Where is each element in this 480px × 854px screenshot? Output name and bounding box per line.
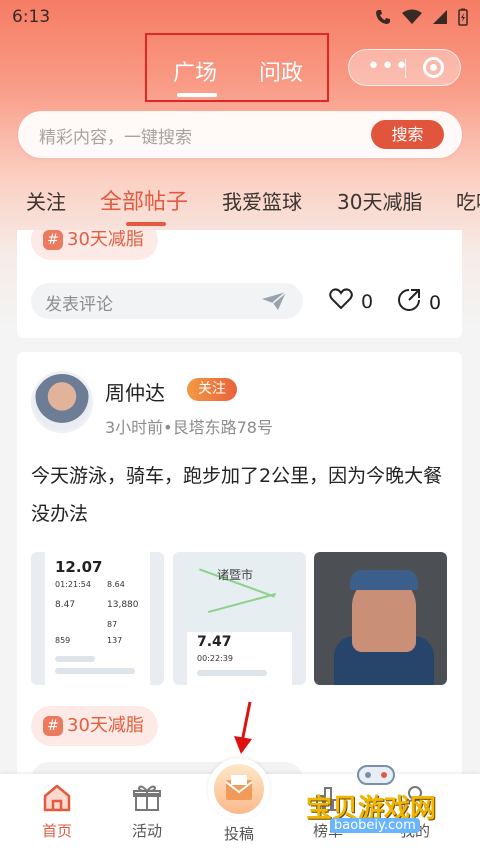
map-city-label: 诸暨市 bbox=[217, 568, 254, 582]
nav-activity[interactable]: 活动 bbox=[112, 784, 182, 841]
follow-button[interactable]: 关注 bbox=[187, 378, 237, 401]
share-icon bbox=[397, 288, 421, 317]
post-image[interactable]: 诸暨市 7.47 00:22:39 bbox=[173, 552, 306, 685]
text-line bbox=[55, 656, 95, 662]
status-time: 6:13 bbox=[12, 7, 51, 27]
capsule-divider bbox=[405, 58, 406, 78]
post-text[interactable]: 今天游泳，骑车，跑步加了2公里，因为今晚大餐没办法 bbox=[31, 457, 451, 533]
text-line bbox=[55, 668, 135, 674]
gift-icon bbox=[133, 785, 161, 816]
category-tabs: 关注 全部帖子 我爱篮球 30天减脂 吃喝 bbox=[0, 180, 480, 230]
share-count: 0 bbox=[429, 291, 442, 314]
author-name[interactable]: 周仲达 bbox=[105, 377, 165, 406]
topic-label: 30天减脂 bbox=[67, 715, 144, 736]
post-card: #30天减脂 发表评论 0 0 bbox=[17, 230, 462, 338]
signal-icon bbox=[432, 9, 448, 30]
search-button[interactable]: 搜索 bbox=[371, 120, 444, 149]
tab-politics[interactable]: 问政 bbox=[259, 55, 303, 87]
stat-value: 859 bbox=[55, 636, 71, 645]
watermark: 宝贝游戏网 baobeiy.com bbox=[300, 760, 480, 850]
battery-icon bbox=[458, 8, 468, 31]
hash-icon: # bbox=[43, 230, 63, 250]
more-dots-icon[interactable]: ••• bbox=[367, 54, 409, 79]
category-active-indicator bbox=[126, 222, 166, 226]
search-bar[interactable]: 精彩内容，一键搜索 搜索 bbox=[18, 111, 462, 158]
topic-tag[interactable]: #30天减脂 bbox=[31, 230, 158, 260]
comment-placeholder: 发表评论 bbox=[45, 295, 113, 315]
category-food[interactable]: 吃喝 bbox=[456, 186, 480, 215]
photo-cap bbox=[350, 570, 418, 590]
top-tabs-highlight: 广场 问政 bbox=[145, 33, 329, 102]
route-map: 诸暨市 bbox=[187, 552, 292, 632]
stat-value: 137 bbox=[107, 636, 123, 645]
comment-input[interactable]: 发表评论 bbox=[31, 283, 303, 319]
mini-program-capsule: ••• bbox=[348, 49, 461, 86]
text-line bbox=[197, 670, 267, 676]
stat-value: 8.64 bbox=[107, 580, 125, 589]
nav-home-label: 首页 bbox=[41, 822, 72, 840]
tab-plaza[interactable]: 广场 bbox=[173, 55, 217, 87]
nav-activity-label: 活动 bbox=[131, 822, 162, 840]
topic-label: 30天减脂 bbox=[67, 230, 144, 250]
avatar[interactable] bbox=[31, 371, 93, 433]
post-image[interactable] bbox=[314, 552, 447, 685]
nav-home[interactable]: 首页 bbox=[22, 784, 92, 841]
stat-value: 8.47 bbox=[55, 600, 76, 610]
like-count: 0 bbox=[361, 290, 374, 313]
fitness-screenshot: 12.07 01:21:54 8.64 8.47 13,880 87 859 1… bbox=[45, 552, 150, 685]
like-stat[interactable]: 0 bbox=[329, 288, 373, 315]
wifi-icon bbox=[402, 9, 422, 30]
search-input[interactable]: 精彩内容，一键搜索 bbox=[39, 123, 192, 148]
topic-tag[interactable]: #30天减脂 bbox=[31, 706, 158, 746]
target-icon[interactable] bbox=[423, 57, 444, 78]
category-basketball[interactable]: 我爱篮球 bbox=[222, 186, 302, 215]
category-follow[interactable]: 关注 bbox=[26, 186, 66, 215]
distance-value: 7.47 bbox=[197, 634, 232, 650]
stat-value: 87 bbox=[107, 620, 118, 629]
category-fat-loss[interactable]: 30天减脂 bbox=[337, 186, 422, 215]
post-button[interactable] bbox=[208, 758, 270, 820]
home-icon bbox=[42, 784, 72, 816]
active-tab-indicator bbox=[177, 93, 217, 97]
status-bar: 6:13 bbox=[0, 0, 480, 34]
share-stat[interactable]: 0 bbox=[397, 288, 441, 317]
post-image[interactable]: 12.07 01:21:54 8.64 8.47 13,880 87 859 1… bbox=[31, 552, 164, 685]
envelope-icon bbox=[214, 764, 264, 814]
duration-value: 00:22:39 bbox=[197, 654, 233, 663]
post-meta: 3小时前•艮塔东路78号 bbox=[105, 418, 273, 437]
distance-value: 12.07 bbox=[55, 558, 103, 576]
annotation-arrow bbox=[232, 700, 256, 760]
heart-icon bbox=[329, 288, 353, 315]
hash-icon: # bbox=[43, 716, 63, 736]
stat-value: 01:21:54 bbox=[55, 580, 91, 589]
call-wifi-icon bbox=[374, 8, 392, 31]
send-icon[interactable] bbox=[261, 291, 287, 315]
category-all-posts[interactable]: 全部帖子 bbox=[100, 184, 188, 216]
watermark-url: baobeiy.com bbox=[330, 818, 420, 833]
nav-post-label[interactable]: 投稿 bbox=[208, 823, 270, 844]
route-summary: 7.47 00:22:39 bbox=[187, 632, 292, 685]
map-road bbox=[207, 592, 277, 614]
stat-value: 13,880 bbox=[107, 600, 139, 610]
status-icons bbox=[374, 8, 468, 31]
